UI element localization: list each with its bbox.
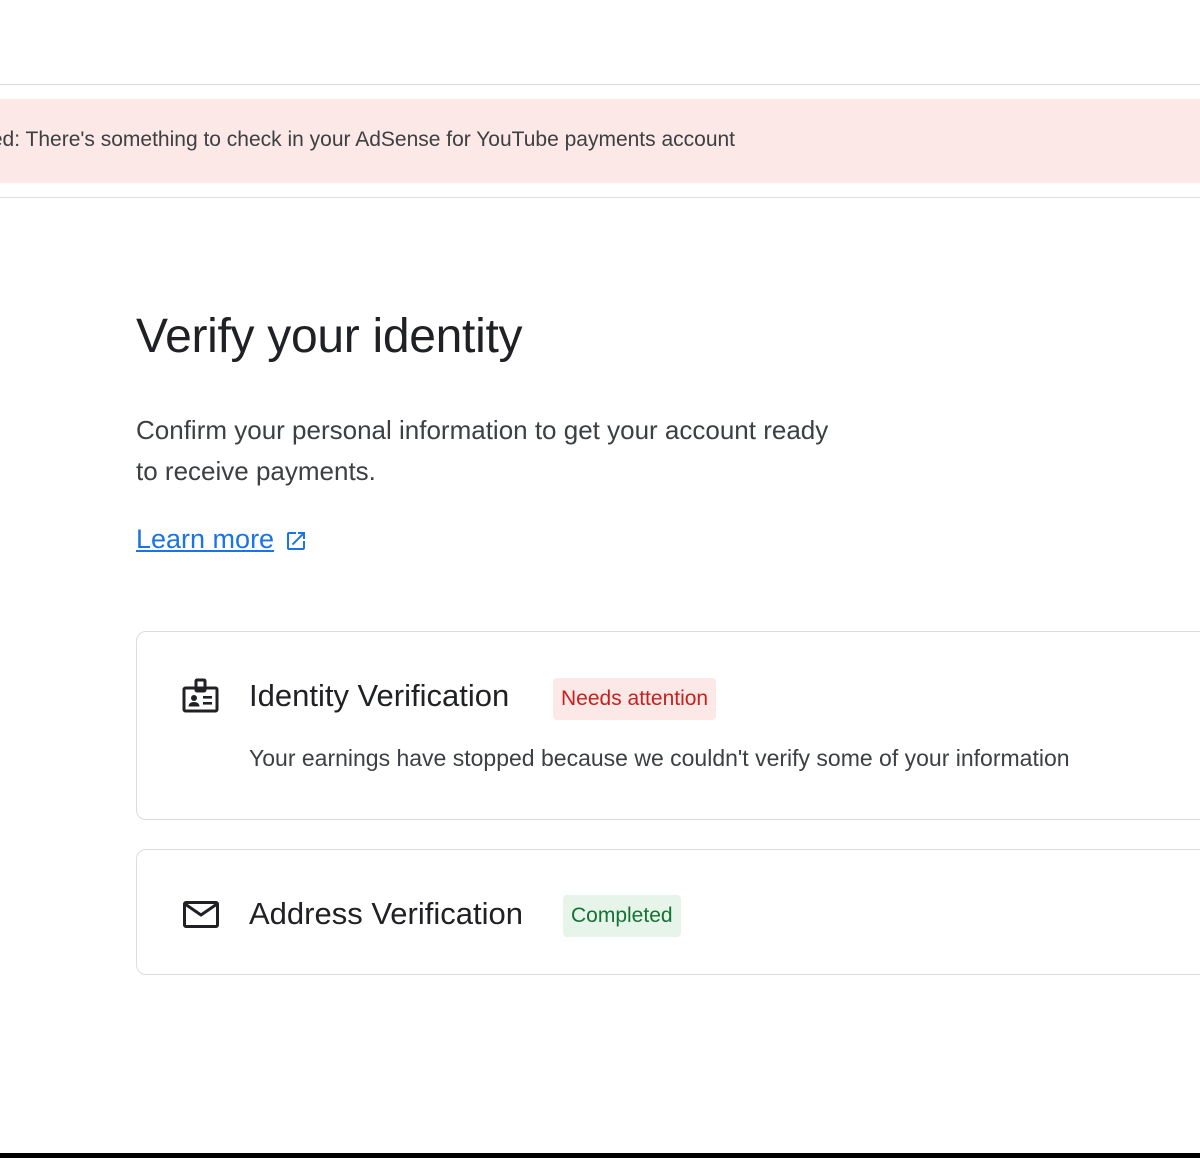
- intro-text: Confirm your personal information to get…: [136, 415, 829, 486]
- bottom-edge-bar: [0, 1153, 1200, 1158]
- open-in-new-icon: [284, 527, 308, 551]
- identity-verification-description: Your earnings have stopped because we co…: [249, 745, 1070, 771]
- identity-verification-card[interactable]: Identity Verification Needs attention Yo…: [136, 631, 1200, 820]
- identity-verification-title: Identity Verification: [249, 678, 510, 713]
- needs-attention-badge: Needs attention: [553, 678, 717, 720]
- learn-more-link[interactable]: Learn more: [136, 522, 308, 556]
- page-title: Verify your identity: [136, 310, 523, 363]
- learn-more-label: Learn more: [136, 524, 275, 554]
- address-verification-title: Address Verification: [249, 896, 523, 931]
- alert-text: on required: There's something to check …: [0, 128, 736, 151]
- banner-divider: [0, 197, 1200, 198]
- top-divider: [0, 84, 1200, 85]
- id-badge-icon: [181, 676, 221, 716]
- alert-banner[interactable]: on required: There's something to check …: [0, 99, 1200, 183]
- completed-badge: Completed: [563, 895, 681, 937]
- address-verification-card[interactable]: Address Verification Completed: [136, 849, 1200, 975]
- mail-icon: [181, 894, 221, 934]
- page: on required: There's something to check …: [0, 0, 1200, 1158]
